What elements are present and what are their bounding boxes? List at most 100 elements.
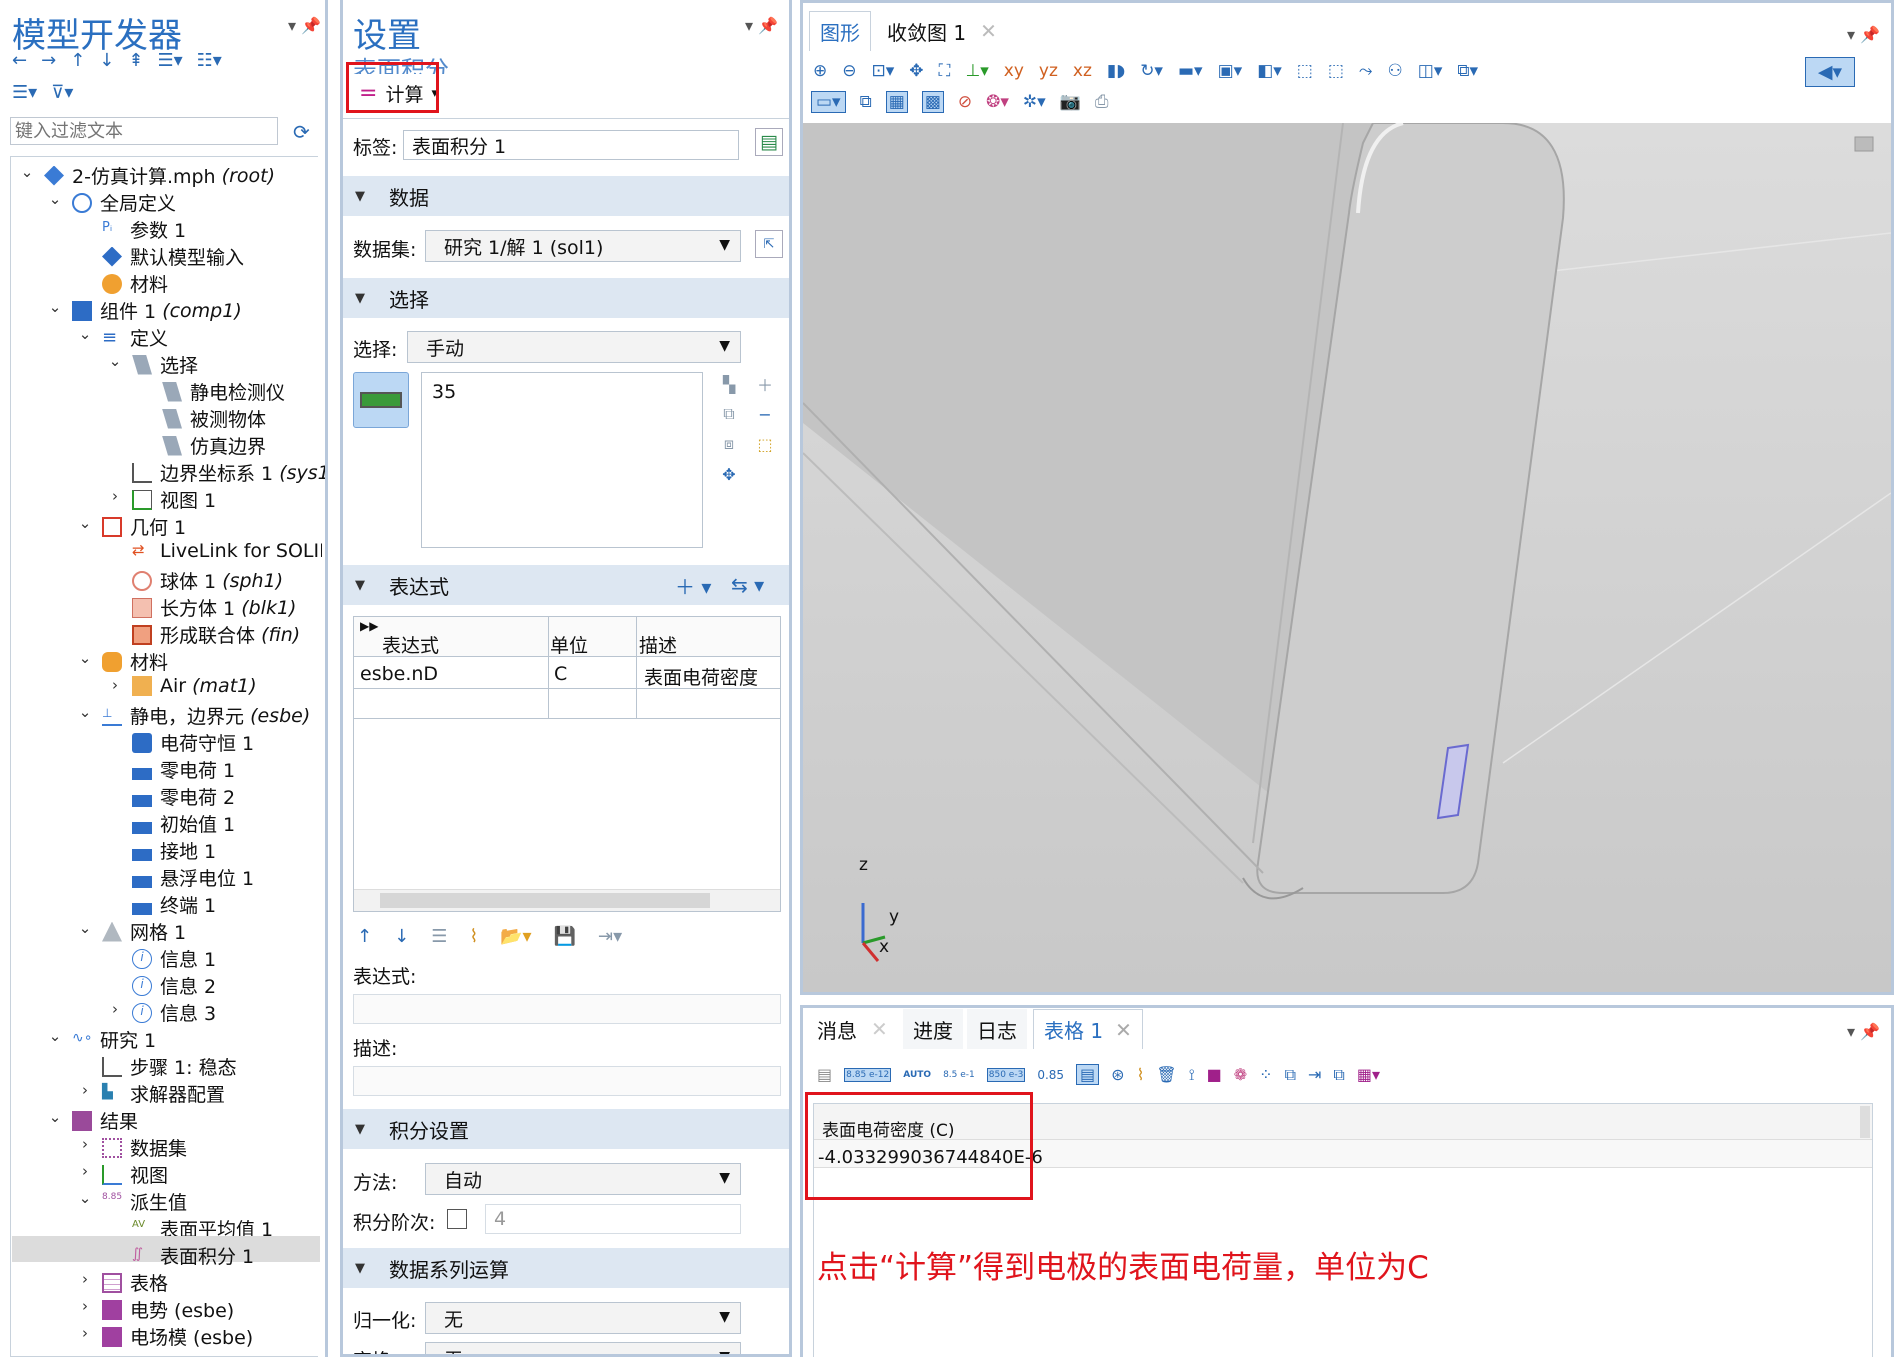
precision-auto-icon[interactable]: AUTO xyxy=(903,1070,931,1080)
yz-view-icon[interactable]: yz xyxy=(1039,61,1058,81)
add-icon[interactable]: ＋ xyxy=(753,372,777,396)
tab-convergence[interactable]: 收敛图 1 ✕ xyxy=(877,11,1007,51)
expand-toggle[interactable]: ⌄ xyxy=(78,703,92,721)
copy-table-icon[interactable]: ⧉ xyxy=(1285,1065,1296,1085)
table-cell-unit[interactable]: C xyxy=(554,663,567,685)
tree-node-solver[interactable]: ▙ 求解器配置 xyxy=(102,1080,225,1107)
tree-node-definitions[interactable]: ≡ 定义 xyxy=(102,324,168,351)
tree-node-boundary-system[interactable]: 边界坐标系 1 (sys1) xyxy=(132,459,325,486)
move-down-icon[interactable]: ↓ xyxy=(394,926,409,947)
axis-views-icon[interactable]: ⊥▾ xyxy=(965,61,988,81)
tree-node-root[interactable]: 2-仿真计算.mph (root) xyxy=(44,162,275,189)
tree-node-derived-values[interactable]: 8.85 派生值 xyxy=(102,1188,187,1215)
panel-menu-icon[interactable]: ▾ 📌 xyxy=(1847,25,1880,44)
image-snapshot-icon[interactable]: 📷 xyxy=(1060,92,1081,112)
clear-table-icon[interactable]: ⌇ xyxy=(1137,1065,1145,1084)
expand-toggle[interactable]: › xyxy=(78,1162,92,1180)
tree-node-selection-detector[interactable]: 静电检测仪 xyxy=(162,378,285,405)
table-properties-icon[interactable]: ▤ xyxy=(817,1065,832,1084)
close-icon[interactable]: ✕ xyxy=(1115,1018,1132,1042)
precision-scientific-icon[interactable]: 8.85 e-12 xyxy=(844,1067,892,1082)
transform-select[interactable]: 无▼ xyxy=(425,1342,741,1354)
more-options-icon[interactable]: ⇥▾ xyxy=(598,926,622,947)
tree-node-datasets[interactable]: 数据集 xyxy=(102,1134,187,1161)
broom-icon[interactable]: ⌇ xyxy=(469,926,478,947)
dataset-select[interactable]: 研究 1/解 1 (sol1) ▼ xyxy=(425,230,741,262)
tab-table-1[interactable]: 表格 1 ✕ xyxy=(1033,1009,1143,1049)
tree-node-default-model-inputs[interactable]: 默认模型输入 xyxy=(102,243,244,270)
selection-list[interactable]: 35 xyxy=(421,372,703,548)
section-expressions-header[interactable]: ▼ 表达式 ＋ ▾ ⇆ ▾ xyxy=(343,565,789,605)
back-arrow-icon[interactable]: ← xyxy=(12,50,27,71)
move-down-icon[interactable]: ↓ xyxy=(99,50,114,71)
tree-node-charge-conservation[interactable]: 电荷守恒 1 xyxy=(132,729,254,756)
panel-menu-icon[interactable]: ▾ 📌 xyxy=(745,16,778,35)
expand-toggle[interactable]: ⌄ xyxy=(108,352,122,370)
expand-toggle[interactable]: › xyxy=(108,487,122,505)
tree-node-potential-plot[interactable]: 电势 (esbe) xyxy=(102,1296,234,1323)
export-table-icon[interactable]: ⇥ xyxy=(1308,1065,1321,1084)
save-icon[interactable]: 💾 xyxy=(554,926,576,947)
render-icon[interactable]: ⧉▾ xyxy=(1457,61,1478,81)
forward-arrow-icon[interactable]: → xyxy=(41,50,56,71)
zoom-extents-icon[interactable]: ⛶ xyxy=(939,61,951,81)
tree-node-component[interactable]: 组件 1 (comp1) xyxy=(72,297,242,324)
close-icon[interactable]: ✕ xyxy=(980,19,997,43)
section-series-header[interactable]: ▼ 数据系列运算 xyxy=(343,1248,789,1288)
tree-node-views[interactable]: 视图 xyxy=(102,1161,168,1188)
filter-funnel-icon[interactable]: ⊽▾ xyxy=(51,82,73,103)
horizontal-scrollbar[interactable] xyxy=(354,889,780,911)
full-precision-icon[interactable]: ⊛ xyxy=(1111,1065,1124,1084)
tree-node-info-1[interactable]: i 信息 1 xyxy=(132,945,216,972)
table-graph-icon[interactable]: ⟟ xyxy=(1189,1065,1195,1085)
expand-toggle[interactable]: ⌄ xyxy=(78,649,92,667)
collapse-icon[interactable]: ⇞ xyxy=(128,50,143,71)
fast-forward-icon[interactable]: ▶▶ xyxy=(360,619,378,633)
tab-progress[interactable]: 进度 xyxy=(903,1009,963,1049)
go-to-source-icon[interactable]: ⇱ xyxy=(755,230,783,258)
open-folder-icon[interactable]: 📂▾ xyxy=(500,926,531,947)
zoom-selected-icon[interactable]: ⬚ xyxy=(1297,61,1313,81)
tree-node-mesh[interactable]: 网格 1 xyxy=(102,918,186,945)
expand-toggle[interactable]: › xyxy=(78,1297,92,1315)
zoom-to-selection-icon[interactable]: ✥ xyxy=(717,462,741,486)
tree-node-materials[interactable]: 材料 xyxy=(102,648,168,675)
tree-node-global-materials[interactable]: 材料 xyxy=(102,270,168,297)
create-selection-icon[interactable]: ⬚ xyxy=(753,432,777,456)
visibility-icon[interactable]: ◫▾ xyxy=(1418,61,1443,81)
tab-messages[interactable]: 消息 ✕ xyxy=(807,1009,898,1049)
expand-toggle[interactable]: ⌄ xyxy=(48,190,62,208)
move-up-icon[interactable]: ↑ xyxy=(357,926,372,947)
expand-toggle[interactable]: › xyxy=(78,1135,92,1153)
clear-selection-icon[interactable]: ⧈ xyxy=(717,432,741,456)
tab-graphics[interactable]: 图形 xyxy=(809,11,871,51)
sort-menu-icon[interactable]: ☷▾ xyxy=(197,50,222,71)
add-expression-icon[interactable]: ＋ ▾ xyxy=(675,571,711,600)
expand-toggle[interactable]: ⌄ xyxy=(48,298,62,316)
tree-node-selections[interactable]: 选择 xyxy=(132,351,198,378)
selection-list-item[interactable]: 35 xyxy=(422,373,702,411)
tree-node-surface-integral[interactable]: ∬ 表面积分 1 xyxy=(132,1242,254,1269)
reset-view-icon[interactable]: ⊘ xyxy=(958,92,972,112)
expand-toggle[interactable]: ⌄ xyxy=(78,1189,92,1207)
section-data-header[interactable]: ▼ 数据 xyxy=(343,176,789,216)
tree-node-efield-plot[interactable]: 电场模 (esbe) xyxy=(102,1323,253,1350)
tree-node-sphere[interactable]: 球体 1 (sph1) xyxy=(132,567,283,594)
panel-menu-icon[interactable]: ▾ 📌 xyxy=(1847,1022,1880,1041)
select-domains-icon[interactable]: ◧▾ xyxy=(1257,61,1282,81)
move-icon[interactable]: ✥ xyxy=(909,61,923,81)
expand-toggle[interactable]: › xyxy=(78,1270,92,1288)
grid-toggle[interactable]: ▦ xyxy=(885,91,908,113)
refresh-icon[interactable]: ⟳ xyxy=(293,120,310,144)
tree-node-terminal[interactable]: 终端 1 xyxy=(132,891,216,918)
expand-toggle[interactable]: › xyxy=(78,1324,92,1342)
method-select[interactable]: 自动 ▼ xyxy=(425,1163,741,1195)
expand-toggle[interactable]: ⌄ xyxy=(48,1108,62,1126)
tree-node-selection-boundary[interactable]: 仿真边界 xyxy=(162,432,266,459)
precision-decimal-icon[interactable]: 0.85 xyxy=(1037,1068,1064,1082)
section-selection-header[interactable]: ▼ 选择 xyxy=(343,278,789,318)
zoom-out-icon[interactable]: ⊖ xyxy=(842,61,856,81)
tree-node-form-union[interactable]: 形成联合体 (fin) xyxy=(132,621,300,648)
light-toggle-button[interactable]: ◀▾ xyxy=(1805,57,1855,87)
expand-menu-icon[interactable]: ☰▾ xyxy=(157,50,182,71)
